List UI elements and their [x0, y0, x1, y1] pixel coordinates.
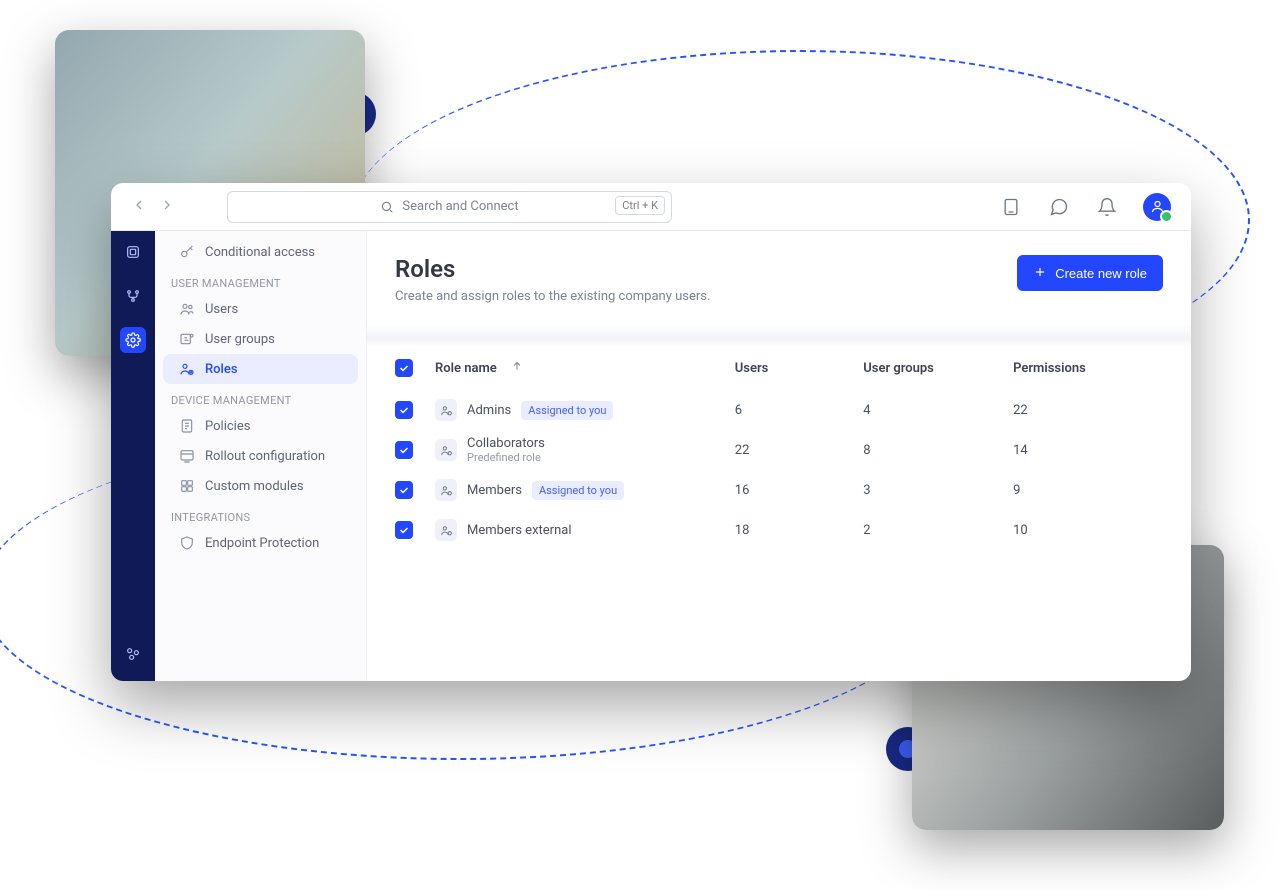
- rail-item-branch[interactable]: [120, 283, 146, 309]
- col-groups[interactable]: User groups: [863, 361, 934, 376]
- role-name: Members external: [467, 523, 571, 538]
- roles-table: Role name Users User groups Permissions …: [367, 346, 1191, 550]
- role-icon: [435, 479, 457, 501]
- cell-groups: 4: [863, 403, 1013, 418]
- assigned-tag: Assigned to you: [532, 481, 624, 500]
- nav-rail: [111, 231, 155, 681]
- sidebar-item-custom-modules[interactable]: Custom modules: [163, 471, 358, 501]
- sidebar-section-integrations: INTEGRATIONS: [155, 501, 366, 528]
- sidebar-section-device: DEVICE MANAGEMENT: [155, 384, 366, 411]
- row-checkbox[interactable]: [395, 481, 413, 499]
- module-icon: [179, 478, 195, 494]
- row-checkbox[interactable]: [395, 521, 413, 539]
- sidebar-item-policies[interactable]: Policies: [163, 411, 358, 441]
- sidebar-section-user: USER MANAGEMENT: [155, 267, 366, 294]
- rollout-icon: [179, 448, 195, 464]
- search-input[interactable]: Search and Connect Ctrl + K: [227, 191, 672, 223]
- cell-groups: 3: [863, 483, 1013, 498]
- role-subtitle: Predefined role: [467, 451, 545, 464]
- col-role-name[interactable]: Role name: [435, 361, 497, 376]
- table-header: Role name Users User groups Permissions: [395, 346, 1163, 390]
- search-placeholder: Search and Connect: [402, 199, 518, 214]
- role-icon: [435, 399, 457, 421]
- bell-icon[interactable]: [1097, 197, 1117, 217]
- roles-icon: [179, 361, 195, 377]
- sidebar-item-user-groups[interactable]: User groups: [163, 324, 358, 354]
- page-subtitle: Create and assign roles to the existing …: [395, 289, 710, 304]
- role-name: Collaborators: [467, 436, 545, 451]
- user-avatar[interactable]: [1143, 193, 1171, 221]
- nav-forward-icon[interactable]: [159, 197, 175, 217]
- search-kbd-hint: Ctrl + K: [615, 196, 665, 215]
- sidebar-label: Users: [205, 302, 238, 317]
- chat-icon[interactable]: [1049, 197, 1069, 217]
- cell-users: 22: [735, 443, 863, 458]
- cell-permissions: 14: [1013, 443, 1163, 458]
- cell-permissions: 22: [1013, 403, 1163, 418]
- col-permissions[interactable]: Permissions: [1013, 361, 1086, 376]
- sidebar-label: Policies: [205, 419, 250, 434]
- sidebar: Conditional access USER MANAGEMENT Users…: [155, 231, 367, 681]
- header-divider: [367, 324, 1191, 346]
- table-row[interactable]: Members external 18210: [395, 510, 1163, 550]
- page-header: Roles Create and assign roles to the exi…: [367, 231, 1191, 304]
- sidebar-label: Custom modules: [205, 479, 304, 494]
- rail-item-apps[interactable]: [120, 641, 146, 667]
- sidebar-item-endpoint-protection[interactable]: Endpoint Protection: [163, 528, 358, 558]
- user-group-icon: [179, 331, 195, 347]
- table-row[interactable]: CollaboratorsPredefined role 22814: [395, 430, 1163, 470]
- assigned-tag: Assigned to you: [521, 401, 613, 420]
- sidebar-label: Endpoint Protection: [205, 536, 319, 551]
- role-name: Members: [467, 483, 522, 498]
- policy-icon: [179, 418, 195, 434]
- table-row[interactable]: Admins Assigned to you 6422: [395, 390, 1163, 430]
- cell-users: 16: [735, 483, 863, 498]
- users-icon: [179, 301, 195, 317]
- sidebar-item-users[interactable]: Users: [163, 294, 358, 324]
- shield-icon: [179, 535, 195, 551]
- cell-groups: 8: [863, 443, 1013, 458]
- row-checkbox[interactable]: [395, 401, 413, 419]
- nav-back-icon[interactable]: [131, 197, 147, 217]
- sidebar-label: Rollout configuration: [205, 449, 325, 464]
- sidebar-label: Roles: [205, 362, 238, 377]
- cell-users: 18: [735, 523, 863, 538]
- cell-groups: 2: [863, 523, 1013, 538]
- rail-item-dashboard[interactable]: [120, 239, 146, 265]
- row-checkbox[interactable]: [395, 441, 413, 459]
- page-title: Roles: [395, 255, 710, 283]
- create-role-button[interactable]: Create new role: [1017, 255, 1163, 291]
- col-users[interactable]: Users: [735, 361, 769, 376]
- rail-item-settings[interactable]: [120, 327, 146, 353]
- sidebar-label: Conditional access: [205, 245, 315, 260]
- cell-users: 6: [735, 403, 863, 418]
- sidebar-label: User groups: [205, 332, 275, 347]
- sidebar-item-roles[interactable]: Roles: [163, 354, 358, 384]
- role-name: Admins: [467, 403, 511, 418]
- app-window: Search and Connect Ctrl + K Con: [111, 183, 1191, 681]
- create-role-label: Create new role: [1055, 266, 1147, 281]
- role-icon: [435, 519, 457, 541]
- devices-icon[interactable]: [1001, 197, 1021, 217]
- sidebar-item-rollout[interactable]: Rollout configuration: [163, 441, 358, 471]
- plus-icon: [1033, 265, 1047, 282]
- sort-asc-icon[interactable]: [511, 360, 523, 376]
- select-all-checkbox[interactable]: [395, 359, 413, 377]
- sidebar-item-conditional-access[interactable]: Conditional access: [163, 237, 358, 267]
- cell-permissions: 9: [1013, 483, 1163, 498]
- main-pane: Roles Create and assign roles to the exi…: [367, 231, 1191, 681]
- topbar: Search and Connect Ctrl + K: [111, 183, 1191, 231]
- table-row[interactable]: Members Assigned to you 1639: [395, 470, 1163, 510]
- cell-permissions: 10: [1013, 523, 1163, 538]
- key-icon: [179, 244, 195, 260]
- role-icon: [435, 439, 457, 461]
